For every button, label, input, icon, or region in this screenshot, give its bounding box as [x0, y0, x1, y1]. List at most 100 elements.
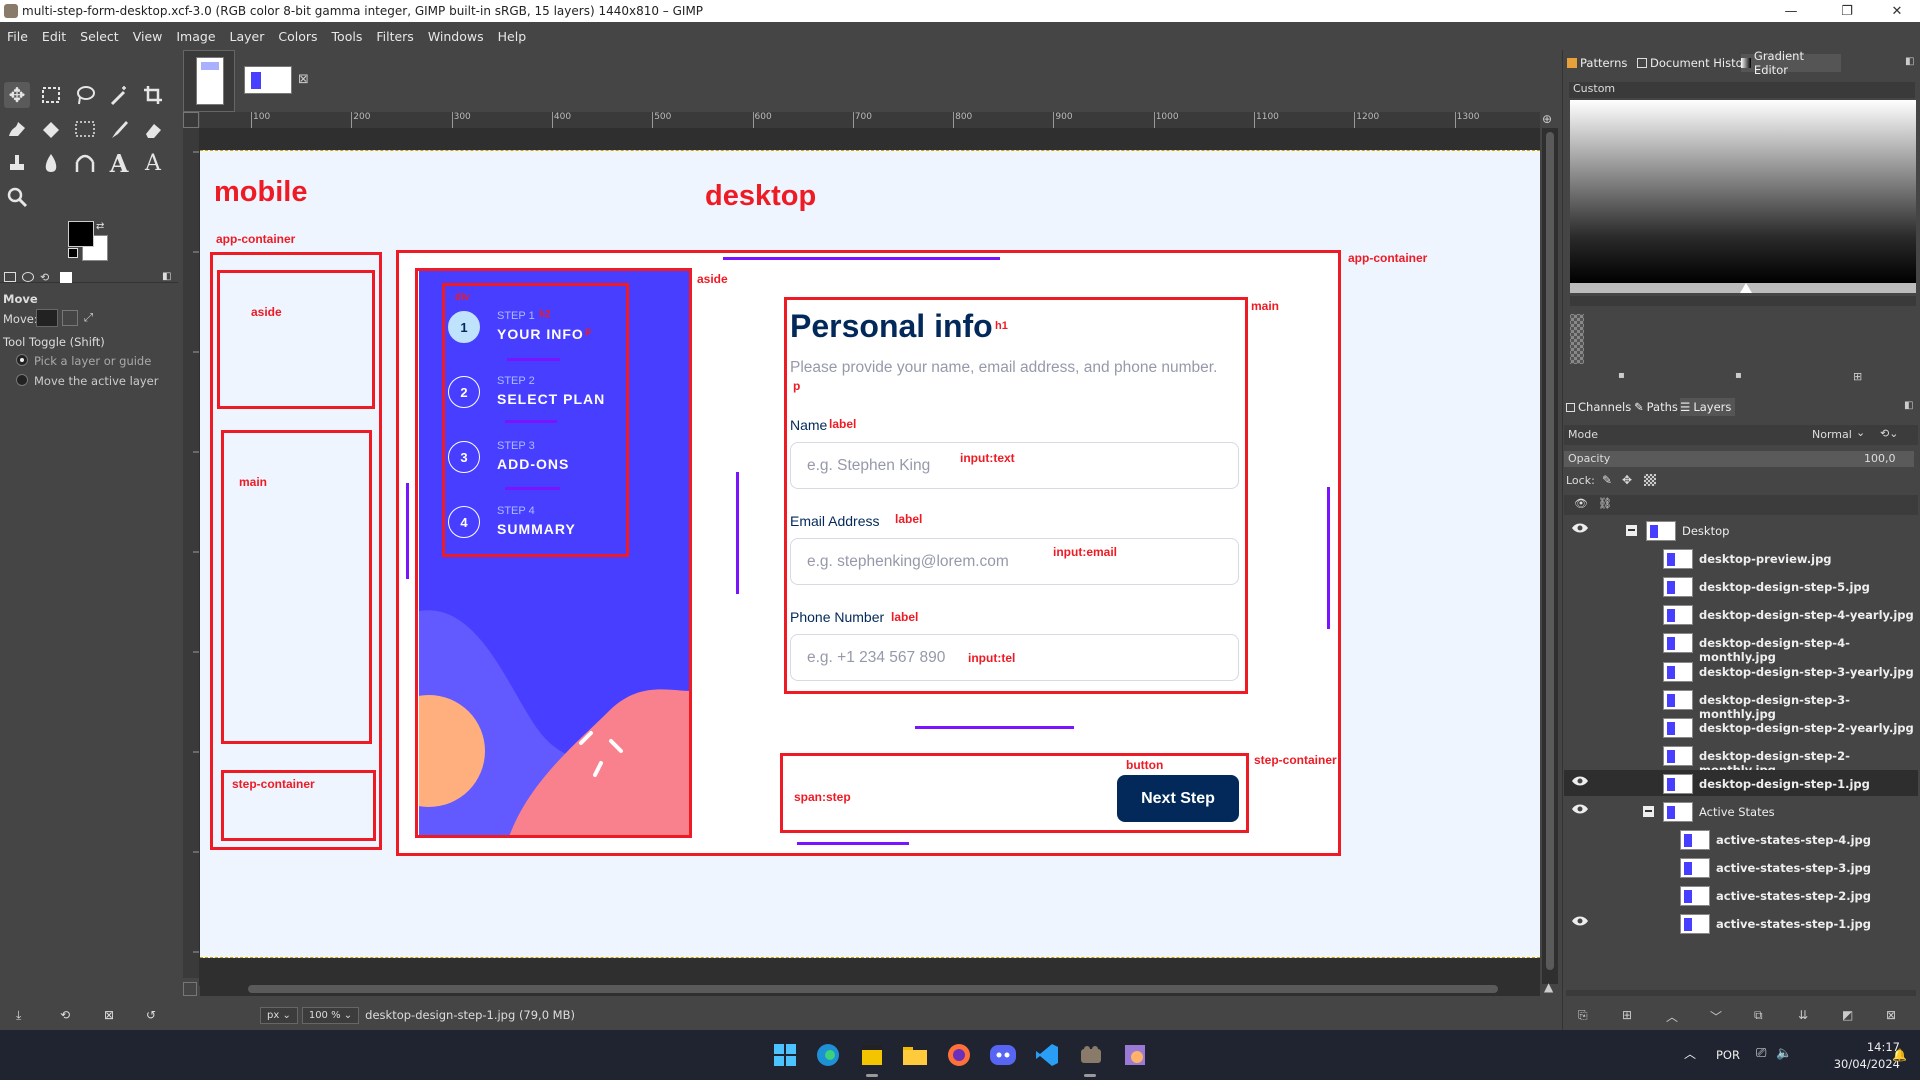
lock-alpha-icon[interactable] — [1644, 474, 1656, 486]
layer-name[interactable]: desktop-design-step-4-yearly.jpg — [1699, 608, 1914, 622]
gimp-taskbar-icon[interactable] — [1076, 1040, 1106, 1070]
layer-name[interactable]: desktop-preview.jpg — [1699, 552, 1832, 566]
volume-icon[interactable]: 🔈 — [1776, 1046, 1792, 1061]
notification-bell-icon[interactable]: 🔔 — [1892, 1048, 1907, 1062]
tab-document-history[interactable]: Document History — [1637, 54, 1754, 72]
radio-move-active[interactable] — [16, 374, 28, 386]
opacity-value[interactable]: 100,0 — [1864, 452, 1896, 465]
move-selection-mode-icon[interactable] — [62, 310, 78, 326]
close-image-tab-icon[interactable]: ⊠ — [298, 72, 309, 87]
email-input[interactable]: e.g. stephenking@lorem.com — [790, 538, 1239, 585]
maximize-button[interactable]: ❐ — [1824, 0, 1870, 22]
opacity-row[interactable]: Opacity 100,0 — [1564, 451, 1914, 467]
paintbrush-tool-icon[interactable] — [106, 116, 132, 142]
lock-pixels-icon[interactable]: ✎ — [1602, 473, 1612, 487]
tab-paths[interactable]: ✎ Paths — [1634, 398, 1678, 416]
gradient-btn-left[interactable]: ▪ — [1618, 370, 1625, 381]
move-path-mode-icon[interactable]: ⤢ — [84, 310, 100, 326]
gradient-midpoint-handle[interactable] — [1740, 283, 1752, 293]
layer-name[interactable]: desktop-design-step-5.jpg — [1699, 580, 1870, 594]
images-tab-icon[interactable] — [60, 272, 72, 283]
layer-name[interactable]: active-states-step-2.jpg — [1716, 889, 1871, 903]
layer-name[interactable]: active-states-step-1.jpg — [1716, 917, 1871, 931]
layers-menu-icon[interactable]: ◧ — [1904, 400, 1913, 411]
menu-help[interactable]: Help — [491, 29, 534, 44]
name-input[interactable]: e.g. Stephen King — [790, 442, 1239, 489]
minimize-button[interactable]: — — [1768, 0, 1814, 22]
menu-view[interactable]: View — [126, 29, 170, 44]
tool-options-tab-icon[interactable] — [4, 272, 16, 282]
device-status-tab-icon[interactable] — [22, 272, 34, 282]
menu-edit[interactable]: Edit — [35, 29, 73, 44]
layer-name[interactable]: active-states-step-3.jpg — [1716, 861, 1871, 875]
gradient-name[interactable]: Custom — [1569, 82, 1915, 98]
dock-menu-icon[interactable]: ◧ — [1905, 56, 1914, 67]
mode-switch-icon[interactable]: ⟲⌄ — [1880, 427, 1898, 440]
start-icon[interactable] — [770, 1040, 800, 1070]
navigate-icon[interactable]: ⊕ — [1542, 112, 1558, 128]
firefox-icon[interactable] — [944, 1040, 974, 1070]
layer-name[interactable]: Active States — [1699, 805, 1775, 819]
crop-tool-icon[interactable] — [140, 82, 166, 108]
gradient-btn-mid[interactable]: ▪ — [1735, 370, 1742, 381]
unit-select[interactable]: px ⌄ — [260, 1006, 298, 1024]
layer-name[interactable]: desktop-design-step-1.jpg — [1699, 777, 1870, 791]
vertical-scrollbar[interactable] — [1542, 128, 1558, 984]
vscode-icon[interactable] — [1032, 1040, 1062, 1070]
save-options-icon[interactable]: ⤓ — [16, 1008, 21, 1023]
menu-windows[interactable]: Windows — [421, 29, 491, 44]
menu-image[interactable]: Image — [169, 29, 222, 44]
undo-history-tab-icon[interactable]: ⟲ — [40, 271, 49, 284]
tab-patterns[interactable]: Patterns — [1567, 54, 1627, 72]
menu-file[interactable]: File — [0, 29, 35, 44]
layer-name[interactable]: active-states-step-4.jpg — [1716, 833, 1871, 847]
duplicate-layer-icon[interactable]: ⧉ — [1754, 1008, 1763, 1023]
image-tab-active[interactable] — [183, 50, 235, 112]
move-tool-icon[interactable]: ✥ — [4, 82, 30, 108]
mode-select[interactable]: Normal — [1812, 428, 1852, 441]
visibility-eye-icon[interactable] — [1571, 915, 1589, 927]
radio-pick-layer[interactable] — [16, 354, 28, 366]
tray-chevron-icon[interactable]: ︿ — [1684, 1045, 1696, 1062]
next-step-button[interactable]: Next Step — [1117, 775, 1239, 822]
layer-name[interactable]: desktop-design-step-3-yearly.jpg — [1699, 665, 1914, 679]
delete-options-icon[interactable]: ⊠ — [104, 1008, 114, 1022]
layer-name[interactable]: desktop-design-step-2-yearly.jpg — [1699, 721, 1914, 735]
clone-tool-icon[interactable] — [4, 150, 30, 176]
clock-date[interactable]: 30/04/2024 — [1810, 1057, 1900, 1071]
visibility-eye-icon[interactable] — [1571, 775, 1589, 787]
raise-layer-icon[interactable]: ︿ — [1666, 1008, 1678, 1025]
close-button[interactable]: ✕ — [1874, 0, 1920, 22]
gradient-preview[interactable] — [1570, 100, 1916, 283]
gradient-tool-icon[interactable] — [72, 116, 98, 142]
discord-icon[interactable] — [988, 1040, 1018, 1070]
merge-layer-icon[interactable]: ⇊ — [1798, 1008, 1808, 1022]
fuzzy-select-tool-icon[interactable] — [106, 82, 132, 108]
gradient-scroll[interactable] — [1570, 296, 1916, 306]
visibility-eye-icon[interactable] — [1571, 522, 1589, 534]
layers-scrollbar[interactable] — [1566, 990, 1916, 996]
file-explorer-icon[interactable] — [900, 1040, 930, 1070]
tab-gradient-editor[interactable]: Gradient Editor — [1741, 49, 1841, 77]
panel-menu-icon[interactable]: ◧ — [162, 271, 171, 282]
visibility-eye-icon[interactable] — [1571, 803, 1589, 815]
lock-position-icon[interactable]: ✥ — [1622, 473, 1632, 487]
horizontal-scrollbar[interactable] — [200, 982, 1540, 996]
quickmask-toggle-icon[interactable] — [183, 982, 197, 996]
collapse-group-icon[interactable] — [1643, 806, 1654, 817]
color-picker-tool-icon[interactable]: A — [140, 150, 166, 176]
smudge-tool-icon[interactable] — [38, 150, 64, 176]
paint-app-icon[interactable] — [1120, 1040, 1150, 1070]
lasso-tool-icon[interactable] — [72, 82, 98, 108]
lower-layer-icon[interactable]: ﹀ — [1710, 1008, 1722, 1025]
sticky-notes-icon[interactable] — [857, 1040, 887, 1070]
text-tool-icon[interactable]: A — [106, 149, 132, 178]
image-thumbnail-2[interactable] — [244, 66, 292, 94]
layer-name[interactable]: Desktop — [1682, 524, 1729, 538]
foreground-color-swatch[interactable] — [68, 221, 94, 247]
language-indicator[interactable]: POR — [1716, 1048, 1740, 1062]
tab-channels[interactable]: Channels — [1566, 398, 1631, 416]
mask-layer-icon[interactable]: ◩ — [1842, 1008, 1853, 1022]
bucket-fill-tool-icon[interactable] — [38, 116, 64, 142]
edge-icon[interactable] — [813, 1040, 843, 1070]
